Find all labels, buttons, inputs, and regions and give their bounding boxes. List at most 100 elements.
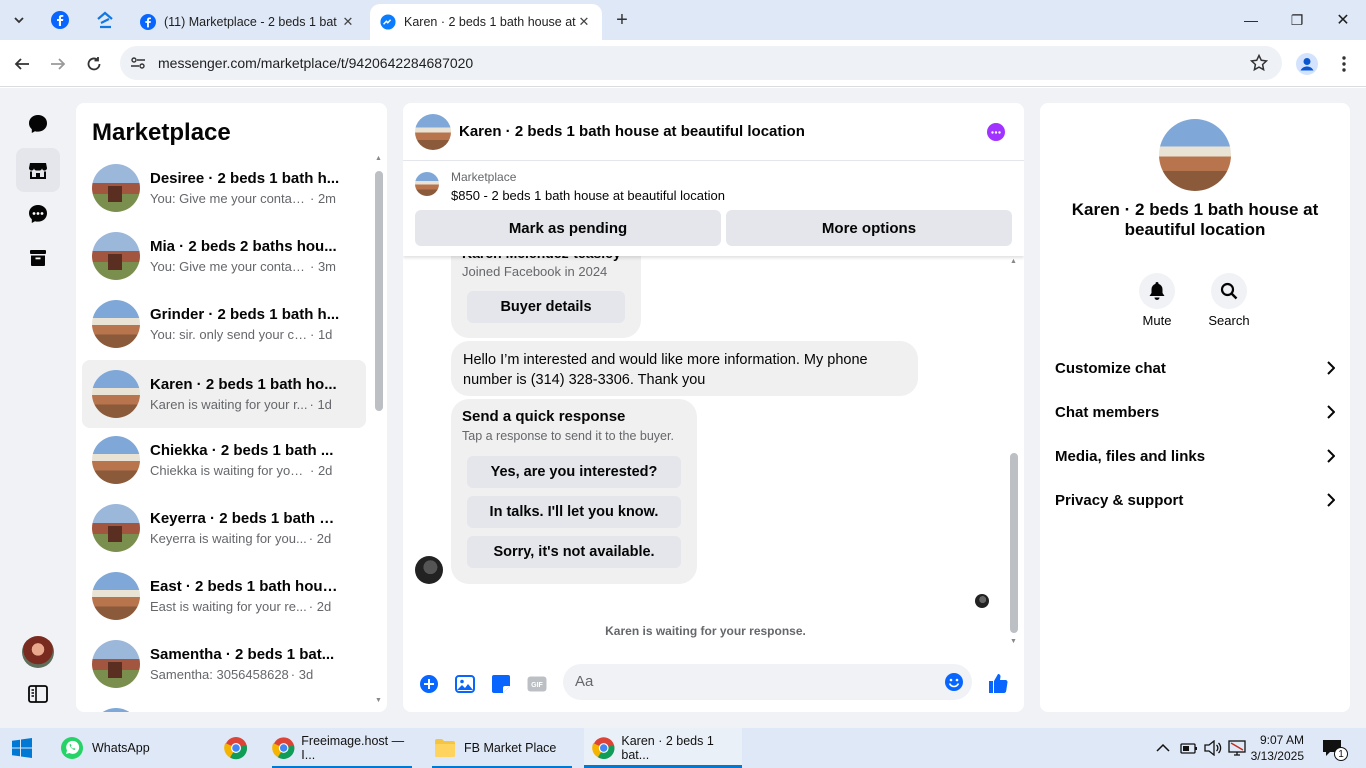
requests-rail-icon[interactable]: [16, 192, 60, 236]
thumbs-up-icon[interactable]: [986, 671, 1010, 695]
chat-row-selected[interactable]: Karen · 2 beds 1 bath ho... Karen is wai…: [82, 360, 366, 428]
close-tab-icon[interactable]: ✕: [576, 14, 592, 30]
conversation-title[interactable]: Karen · 2 beds 1 bath house at beautiful…: [459, 123, 805, 140]
facebook-pinned-tab-icon[interactable]: [49, 9, 71, 31]
user-avatar[interactable]: [16, 630, 60, 674]
conversation-header: Karen · 2 beds 1 bath house at beautiful…: [403, 103, 1024, 161]
gif-icon[interactable]: GIF: [526, 673, 548, 695]
chat-name: East · 2 beds 1 bath hous...: [150, 578, 340, 595]
taskbar-freeimage[interactable]: Freeimage.host — I...: [266, 728, 418, 768]
scrollbar-thumb[interactable]: [375, 171, 383, 411]
chat-row[interactable]: Grinder · 2 beds 1 bath h... You: sir. o…: [82, 292, 366, 356]
system-clock[interactable]: 9:07 AM 3/13/2025: [1250, 728, 1304, 768]
battery-icon[interactable]: [1180, 728, 1198, 768]
chat-row[interactable]: Chiekka · 2 beds 1 bath ... Chiekka is w…: [82, 428, 366, 492]
photo-icon[interactable]: [454, 673, 476, 695]
chat-members-item[interactable]: Chat members: [1055, 390, 1335, 434]
chats-rail-icon[interactable]: [16, 102, 60, 146]
chat-row[interactable]: Mia · 2 beds 2 baths hou... You: Give me…: [82, 224, 366, 288]
reload-button[interactable]: [80, 50, 108, 78]
messages-scrollbar[interactable]: ▲ ▼: [1009, 258, 1019, 648]
address-bar[interactable]: messenger.com/marketplace/t/942064228468…: [120, 46, 1282, 80]
more-info-icon[interactable]: [987, 123, 1005, 141]
chat-avatar: [92, 572, 140, 620]
media-files-links-item[interactable]: Media, files and links: [1055, 434, 1335, 478]
conversation-avatar[interactable]: [415, 113, 451, 150]
svg-text:GIF: GIF: [531, 682, 543, 689]
zillow-pinned-tab-icon[interactable]: [94, 9, 116, 31]
chat-list-scrollbar[interactable]: ▲ ▼: [374, 155, 384, 705]
chat-name: Keyerra · 2 beds 1 bath h...: [150, 510, 340, 527]
search-button[interactable]: [1211, 273, 1247, 309]
chat-row[interactable]: Samentha · 2 beds 1 bat... Samentha: 305…: [82, 632, 366, 696]
chat-row[interactable]: Desiree · 2 beds 1 bath h... You: Give m…: [82, 156, 366, 220]
chat-preview: You: Give me your contac...: [150, 191, 308, 206]
restore-button[interactable]: ❐: [1274, 0, 1320, 40]
emoji-icon[interactable]: [944, 672, 964, 697]
back-button[interactable]: [8, 50, 36, 78]
forward-button[interactable]: [44, 50, 72, 78]
close-tab-icon[interactable]: ✕: [340, 14, 356, 30]
taskbar-chrome[interactable]: [224, 728, 248, 768]
clock-date: 3/13/2025: [1250, 749, 1304, 763]
listing-thumbnail[interactable]: [415, 172, 439, 196]
close-window-button[interactable]: ✕: [1320, 0, 1366, 40]
tab-karen-chat[interactable]: Karen · 2 beds 1 bath house at b ✕: [370, 4, 602, 40]
new-tab-button[interactable]: +: [611, 9, 633, 31]
details-panel: Karen · 2 beds 1 bath house at beautiful…: [1040, 103, 1350, 712]
toggle-sidebar-icon[interactable]: [16, 672, 60, 716]
notifications-button[interactable]: 1: [1322, 728, 1348, 768]
tab-marketplace[interactable]: (11) Marketplace - 2 beds 1 bat ✕: [130, 4, 366, 40]
minimize-button[interactable]: —: [1228, 0, 1274, 40]
chat-row[interactable]: East · 2 beds 1 bath hous... East is wai…: [82, 564, 366, 628]
taskbar-whatsapp[interactable]: WhatsApp: [56, 728, 210, 768]
mark-as-pending-button[interactable]: Mark as pending: [415, 210, 721, 246]
menu-label: Media, files and links: [1055, 447, 1206, 465]
message-input[interactable]: Aa: [563, 664, 972, 700]
chat-row[interactable]: Keyerra · 2 beds 1 bath h... Keyerra is …: [82, 496, 366, 560]
buyer-message: Hello I’m interested and would like more…: [451, 341, 918, 396]
scrollbar-thumb[interactable]: [1010, 453, 1018, 633]
mute-button[interactable]: [1139, 273, 1175, 309]
clock-time: 9:07 AM: [1259, 733, 1304, 747]
notification-count-badge: 1: [1334, 747, 1348, 761]
chat-time: · 1d: [309, 397, 332, 412]
chat-avatar: [92, 232, 140, 280]
plus-circle-icon[interactable]: [418, 673, 440, 695]
menu-label: Privacy & support: [1055, 491, 1184, 509]
buyer-avatar[interactable]: [415, 556, 443, 584]
chat-time: · 2d: [308, 599, 332, 614]
network-icon[interactable]: [1228, 728, 1246, 768]
customize-chat-item[interactable]: Customize chat: [1055, 346, 1335, 390]
bookmark-star-icon[interactable]: [1249, 53, 1269, 75]
quick-reply-yes-button[interactable]: Yes, are you interested?: [467, 456, 681, 488]
sticker-icon[interactable]: [490, 673, 512, 695]
chat-preview: Chiekka is waiting for you...: [150, 463, 308, 478]
quick-reply-in-talks-button[interactable]: In talks. I'll let you know.: [467, 496, 681, 528]
browser-tab-strip: (11) Marketplace - 2 beds 1 bat ✕ Karen …: [0, 0, 1366, 40]
buyer-details-button[interactable]: Buyer details: [467, 291, 625, 323]
tab-search-chevron-icon[interactable]: [8, 9, 30, 31]
archive-rail-icon[interactable]: [16, 236, 60, 280]
taskbar-label: Freeimage.host — I...: [301, 734, 405, 762]
chat-row[interactable]: [82, 700, 366, 712]
more-options-button[interactable]: More options: [726, 210, 1012, 246]
start-button[interactable]: [12, 728, 32, 768]
taskbar-fb-market-place[interactable]: FB Market Place: [426, 728, 578, 768]
site-settings-icon[interactable]: [130, 55, 146, 74]
details-avatar[interactable]: [1159, 119, 1231, 191]
windows-taskbar: WhatsApp Freeimage.host — I... FB Market…: [0, 728, 1366, 768]
tab-title: (11) Marketplace - 2 beds 1 bat: [164, 15, 337, 29]
profile-icon[interactable]: [1293, 50, 1321, 78]
volume-icon[interactable]: [1204, 728, 1222, 768]
quick-reply-not-available-button[interactable]: Sorry, it's not available.: [467, 536, 681, 568]
marketplace-rail-icon[interactable]: [16, 148, 60, 192]
show-hidden-icons[interactable]: [1156, 728, 1170, 768]
chat-name: Mia · 2 beds 2 baths hou...: [150, 238, 337, 255]
listing-title[interactable]: $850 - 2 beds 1 bath house at beautiful …: [451, 188, 725, 203]
browser-menu-icon[interactable]: [1330, 50, 1358, 78]
privacy-support-item[interactable]: Privacy & support: [1055, 478, 1335, 522]
mute-label: Mute: [1142, 313, 1172, 328]
taskbar-karen-chat[interactable]: Karen · 2 beds 1 bat...: [584, 728, 742, 768]
chat-time: · 2m: [310, 191, 336, 206]
